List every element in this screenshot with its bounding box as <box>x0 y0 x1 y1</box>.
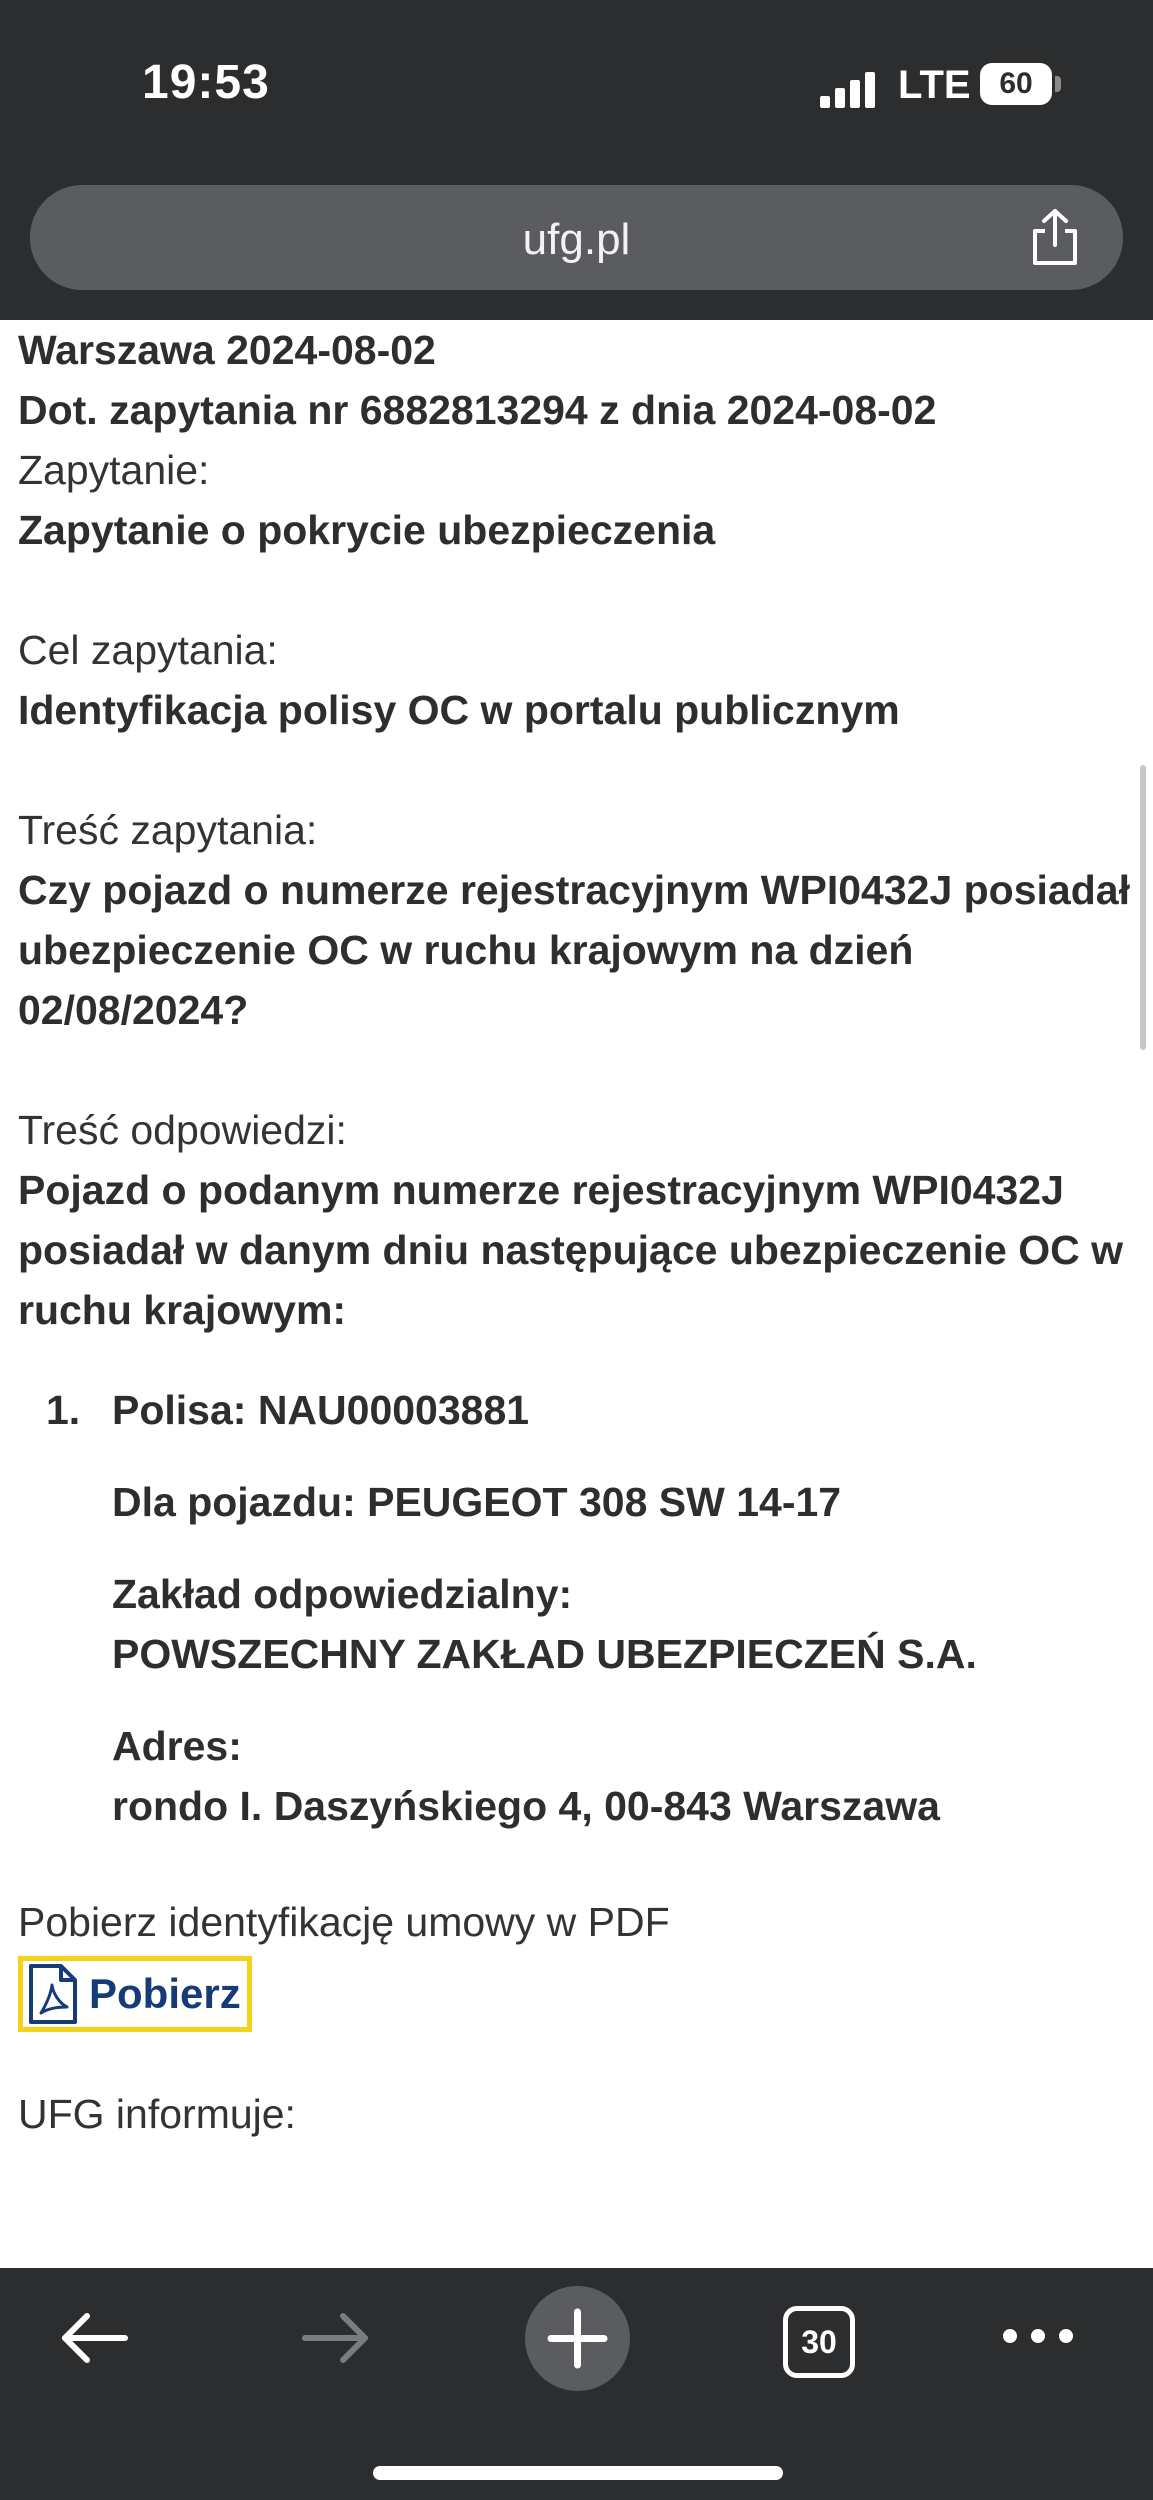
address-value: rondo I. Daszyńskiego 4, 00-843 Warszawa <box>112 1783 940 1829</box>
new-tab-button[interactable] <box>525 2286 630 2391</box>
download-pdf-label[interactable]: Pobierz <box>89 1970 241 2018</box>
browser-address-area: ufg.pl <box>0 175 1153 320</box>
share-icon[interactable] <box>1027 207 1083 267</box>
browser-toolbar: 30 <box>0 2268 1153 2500</box>
answer-value: Pojazd o podanym numerze rejestracyjnym … <box>18 1167 1123 1333</box>
battery-icon: 60 <box>980 63 1052 105</box>
insurer-label: Zakład odpowiedzialny: <box>112 1571 573 1617</box>
question-label: Treść zapytania: <box>18 807 318 853</box>
download-label: Pobierz identyfikację umowy w PDF <box>18 1899 670 1945</box>
battery-cap <box>1055 76 1061 92</box>
plus-icon <box>547 2308 608 2369</box>
list-item: 1. Polisa: NAU00003881 Dla pojazdu: PEUG… <box>46 1380 1138 1836</box>
insurer-value: POWSZECHNY ZAKŁAD UBEZPIECZEŃ S.A. <box>112 1631 977 1677</box>
purpose-value: Identyfikacja polisy OC w portalu public… <box>18 687 900 733</box>
question-value: Czy pojazd o numerze rejestracyjnym WPI0… <box>18 867 1130 1033</box>
pdf-file-icon <box>29 1964 77 2024</box>
network-type: LTE <box>898 63 971 107</box>
query-value: Zapytanie o pokrycie ubezpieczenia <box>18 507 716 553</box>
scrollbar[interactable] <box>1140 765 1146 1050</box>
arrow-right-icon[interactable] <box>295 2308 375 2368</box>
status-bar: 19:53 LTE 60 <box>0 0 1153 175</box>
query-label: Zapytanie: <box>18 447 210 493</box>
vehicle-info: Dla pojazdu: PEUGEOT 308 SW 14-17 <box>112 1479 842 1525</box>
answer-label: Treść odpowiedzi: <box>18 1107 347 1153</box>
more-icon[interactable] <box>1000 2326 1076 2346</box>
ufg-info-label: UFG informuje: <box>18 2091 296 2137</box>
place-date: Warszawa 2024-08-02 <box>18 327 436 373</box>
reference-line: Dot. zapytania nr 6882813294 z dnia 2024… <box>18 387 937 433</box>
tab-count: 30 <box>801 2324 837 2360</box>
address-label: Adres: <box>112 1723 242 1769</box>
battery-level: 60 <box>999 67 1033 100</box>
download-pdf-button[interactable]: Pobierz <box>18 1956 252 2032</box>
status-time: 19:53 <box>142 56 270 109</box>
arrow-left-icon[interactable] <box>55 2308 135 2368</box>
address-bar[interactable]: ufg.pl <box>30 185 1123 290</box>
address-url[interactable]: ufg.pl <box>30 215 1123 265</box>
policy-number: Polisa: NAU00003881 <box>112 1387 530 1433</box>
policy-list: 1. Polisa: NAU00003881 Dla pojazdu: PEUG… <box>46 1380 1138 1836</box>
purpose-label: Cel zapytania: <box>18 627 278 673</box>
signal-icon <box>820 70 878 108</box>
tabs-button[interactable]: 30 <box>783 2306 855 2378</box>
page-content: Warszawa 2024-08-02 Dot. zapytania nr 68… <box>18 320 1138 2144</box>
list-item-number: 1. <box>46 1387 81 1433</box>
home-indicator[interactable] <box>373 2466 783 2480</box>
